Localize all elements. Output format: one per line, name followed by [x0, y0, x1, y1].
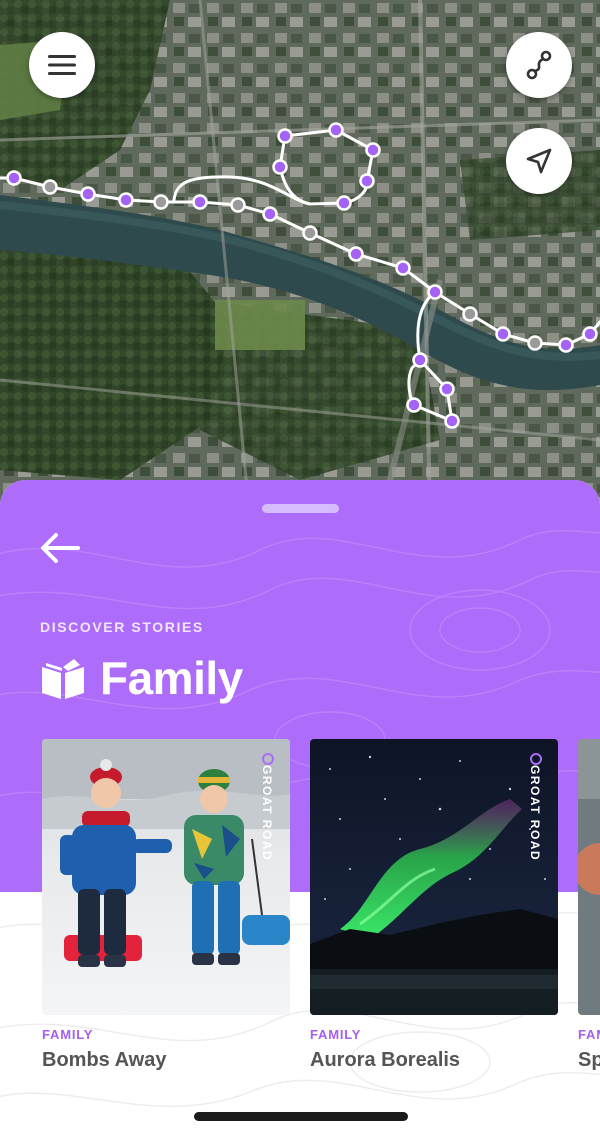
kids-sledding-photo	[42, 739, 290, 1015]
story-card-image	[578, 739, 600, 1015]
story-category: FAMILY	[42, 1027, 94, 1042]
story-card-image: GROAT ROAD	[310, 739, 558, 1015]
satellite-map[interactable]	[0, 0, 600, 520]
navigation-arrow-icon	[526, 148, 552, 174]
route-icon	[526, 50, 552, 80]
story-title: Bombs Away	[42, 1049, 167, 1071]
story-location-tag: GROAT ROAD	[258, 753, 280, 873]
location-dot-icon	[262, 753, 274, 765]
hamburger-icon	[48, 55, 76, 75]
story-card[interactable]: FAM Sp	[578, 739, 600, 1071]
section-eyebrow: DISCOVER STORIES	[40, 619, 204, 635]
sheet-drag-handle[interactable]	[262, 504, 339, 513]
story-title: Sp	[578, 1049, 600, 1071]
story-card[interactable]: GROAT ROAD FAMILY Bombs Away	[42, 739, 290, 1071]
story-location-tag: GROAT ROAD	[526, 753, 548, 873]
story-title: Aurora Borealis	[310, 1049, 461, 1071]
location-dot-icon	[530, 753, 542, 765]
arrow-left-icon	[41, 533, 80, 563]
story-category: FAM	[578, 1027, 600, 1042]
locate-button[interactable]	[506, 128, 572, 194]
story-card-image: GROAT ROAD	[42, 739, 290, 1015]
open-book-icon	[42, 659, 84, 699]
category-heading: Family	[40, 648, 243, 708]
story-category: FAMILY	[310, 1027, 362, 1042]
story-card[interactable]: GROAT ROAD FAMILY Aurora Borealis	[310, 739, 558, 1071]
home-indicator[interactable]	[194, 1112, 408, 1121]
menu-button[interactable]	[29, 32, 95, 98]
stories-sheet: DISCOVER STORIES Family GROAT ROAD FAMIL…	[0, 480, 600, 1136]
back-button[interactable]	[40, 532, 84, 572]
route-button[interactable]	[506, 32, 572, 98]
category-title: Family	[100, 652, 243, 704]
story-photo	[578, 739, 600, 1015]
aurora-photo	[310, 739, 558, 1015]
